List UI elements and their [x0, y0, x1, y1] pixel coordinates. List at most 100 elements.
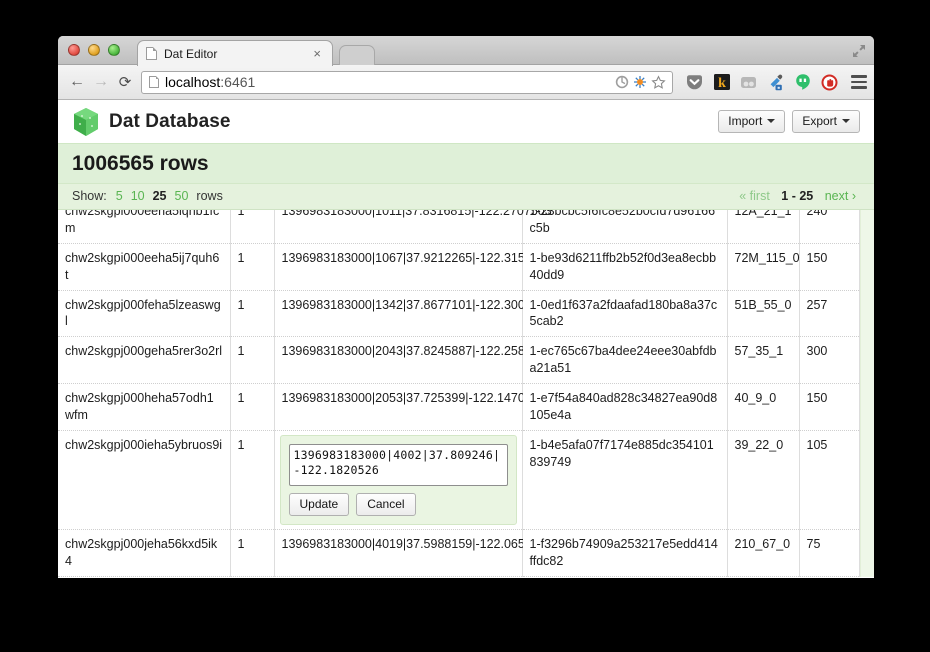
- cell-value[interactable]: 1396983183000|5124|37.5900993|-122.01696…: [274, 576, 523, 577]
- cell-value[interactable]: 1396983183000|1342|37.8677101|-122.30030…: [274, 290, 553, 338]
- cell-version[interactable]: 1: [230, 210, 275, 244]
- cell-number-1[interactable]: 300: [799, 336, 860, 384]
- pager-first-link[interactable]: « first: [739, 189, 770, 203]
- forward-button[interactable]: →: [89, 70, 113, 94]
- cell-key[interactable]: chw2skgpi000eeha5iqhb1fcm: [58, 210, 231, 244]
- show-option-5[interactable]: 5: [116, 189, 123, 203]
- show-option-10[interactable]: 10: [131, 189, 145, 203]
- cell-code[interactable]: 39_22_0: [727, 430, 800, 531]
- cell-value[interactable]: 1396983183000|1067|37.9212265|-122.31552…: [274, 243, 553, 291]
- reload-button[interactable]: ⟳: [113, 70, 137, 94]
- import-button[interactable]: Import: [718, 110, 786, 133]
- back-button[interactable]: ←: [65, 70, 89, 94]
- cell-hash[interactable]: 1-f3296b74909a253217e5edd414ffdc82: [522, 529, 728, 577]
- cell-key[interactable]: chw2skgpj000feha5lzeaswgl: [58, 290, 231, 338]
- tab-close-icon[interactable]: ×: [310, 47, 324, 60]
- cell-number-1[interactable]: 75: [799, 529, 860, 577]
- page-content: Dat Database Import Export 1006565 rows …: [58, 100, 874, 577]
- cell-hash[interactable]: 1-23bcbc5f6fc8e52b0cfd7d96166c5b: [522, 210, 728, 244]
- extension-badge-icon[interactable]: [633, 75, 647, 89]
- cell-hash[interactable]: 1-c657ea762a2f81553995784003c34711edit: [522, 576, 728, 577]
- cell-number-1[interactable]: 105: [799, 430, 860, 531]
- url-port: :6461: [220, 74, 256, 90]
- cell-code[interactable]: 200_11_0: [727, 576, 800, 577]
- cell-number-1[interactable]: 218: [799, 576, 860, 577]
- cell-key[interactable]: chw2skgpi000eeha5ij7quh6t: [58, 243, 231, 291]
- cell-hash[interactable]: 1-be93d6211ffb2b52f0d3ea8ecbb40dd9: [522, 243, 728, 291]
- table-row[interactable]: chw2skgpj000feha5lzeaswgl 1 139698318300…: [58, 290, 874, 338]
- cell-number-1[interactable]: 240: [799, 210, 860, 244]
- value-edit-textarea[interactable]: [288, 443, 508, 486]
- cell-key[interactable]: chw2skgpj000ieha5ybruos9i: [58, 430, 231, 531]
- app-header: Dat Database Import Export: [58, 100, 874, 143]
- chrome-menu-icon[interactable]: [847, 73, 867, 92]
- cell-key[interactable]: chw2skgpj000jeha56kxd5ik4: [58, 529, 231, 577]
- adblock-icon[interactable]: [820, 73, 839, 92]
- kraken-k-icon[interactable]: k: [712, 73, 731, 92]
- table-row[interactable]: chw2skgpi000eeha5iqhb1fcm 1 139698318300…: [58, 210, 874, 244]
- hangouts-icon[interactable]: [793, 73, 812, 92]
- row-count-banner: 1006565 rows: [58, 143, 874, 183]
- cell-key[interactable]: chw2skgpj000geha5rer3o2rl: [58, 336, 231, 384]
- table-row[interactable]: chw2skgpi000eeha5ij7quh6t 1 139698318300…: [58, 243, 874, 291]
- show-label: Show:: [72, 189, 107, 203]
- cell-number-1[interactable]: 150: [799, 383, 860, 431]
- cell-value-editor[interactable]: Update Cancel: [274, 430, 523, 531]
- data-table-container[interactable]: chw2skgpi000eeha5iqhb1fcm 1 139698318300…: [58, 210, 874, 577]
- pocket-icon[interactable]: [685, 73, 704, 92]
- bookmark-manager-icon[interactable]: [739, 73, 758, 92]
- table-row[interactable]: chw2skgpj000jeha56kxd5ik4 1 139698318300…: [58, 529, 874, 577]
- table-row[interactable]: chw2skgpj000geha5rer3o2rl 1 139698318300…: [58, 336, 874, 384]
- cell-version[interactable]: 1: [230, 430, 275, 531]
- cell-code[interactable]: 210_67_0: [727, 529, 800, 577]
- cell-version[interactable]: 1: [230, 336, 275, 384]
- pager-current-range: 1 - 25: [781, 189, 814, 203]
- cell-value[interactable]: 1396983183000|1011|37.8316815|-122.27075…: [274, 210, 552, 244]
- cell-hash[interactable]: 1-e7f54a840ad828c34827ea90d8105e4a: [522, 383, 728, 431]
- show-option-50[interactable]: 50: [175, 189, 189, 203]
- cancel-button[interactable]: Cancel: [356, 492, 416, 517]
- cell-number-1[interactable]: 150: [799, 243, 860, 291]
- tab-title: Dat Editor: [164, 46, 218, 61]
- cell-value[interactable]: 1396983183000|2043|37.8245887|-122.25827…: [274, 336, 553, 384]
- address-bar[interactable]: localhost:6461: [141, 70, 673, 94]
- table-row-editing[interactable]: chw2skgpj000ieha5ybruos9i 1 Update Cance…: [58, 430, 874, 531]
- eyedropper-icon[interactable]: [766, 73, 785, 92]
- cell-number-1[interactable]: 257: [799, 290, 860, 338]
- cell-key[interactable]: chw2skgpj000keha5yd1rwqzu: [58, 576, 231, 577]
- update-button[interactable]: Update: [288, 492, 350, 517]
- cell-code[interactable]: 72M_115_0: [727, 243, 800, 291]
- table-row[interactable]: chw2skgpj000keha5yd1rwqzu 1 139698318300…: [58, 576, 874, 577]
- minimize-window-button[interactable]: [88, 44, 100, 56]
- zoom-window-button[interactable]: [108, 44, 120, 56]
- cell-code[interactable]: 57_35_1: [727, 336, 800, 384]
- cell-version[interactable]: 1: [230, 576, 275, 577]
- pager-next-link[interactable]: next ›: [825, 189, 856, 203]
- cell-hash[interactable]: 1-0ed1f637a2fdaafad180ba8a37c5cab2: [522, 290, 728, 338]
- cell-version[interactable]: 1: [230, 290, 275, 338]
- export-button[interactable]: Export: [792, 110, 860, 133]
- fullscreen-icon[interactable]: [850, 42, 868, 60]
- table-row[interactable]: chw2skgpj000heha57odh1wfm 1 139698318300…: [58, 383, 874, 431]
- close-window-button[interactable]: [68, 44, 80, 56]
- cell-hash[interactable]: 1-ec765c67ba4dee24eee30abfdba21a51: [522, 336, 728, 384]
- url-host: localhost: [165, 74, 221, 90]
- cell-code[interactable]: 40_9_0: [727, 383, 800, 431]
- cell-hash[interactable]: 1-b4e5afa07f7174e885dc354101839749: [522, 430, 728, 531]
- cell-code[interactable]: 12A_21_1: [727, 210, 800, 244]
- cell-key[interactable]: chw2skgpj000heha57odh1wfm: [58, 383, 231, 431]
- import-button-label: Import: [728, 114, 763, 128]
- cell-value[interactable]: 1396983183000|2053|37.725399|-122.147056…: [274, 383, 546, 431]
- cell-version[interactable]: 1: [230, 383, 275, 431]
- browser-tab[interactable]: Dat Editor ×: [137, 40, 333, 66]
- cell-value[interactable]: 1396983183000|4019|37.5988159|-122.06594…: [274, 529, 553, 577]
- tab-favicon-icon: [146, 47, 157, 60]
- page-refresh-icon[interactable]: [615, 75, 629, 89]
- cell-code[interactable]: 51B_55_0: [727, 290, 800, 338]
- cell-version[interactable]: 1: [230, 243, 275, 291]
- new-tab-button[interactable]: [339, 45, 375, 65]
- browser-tabstrip: Dat Editor ×: [58, 36, 874, 66]
- cell-version[interactable]: 1: [230, 529, 275, 577]
- bookmark-star-icon[interactable]: [651, 74, 666, 90]
- show-option-25[interactable]: 25: [153, 189, 167, 203]
